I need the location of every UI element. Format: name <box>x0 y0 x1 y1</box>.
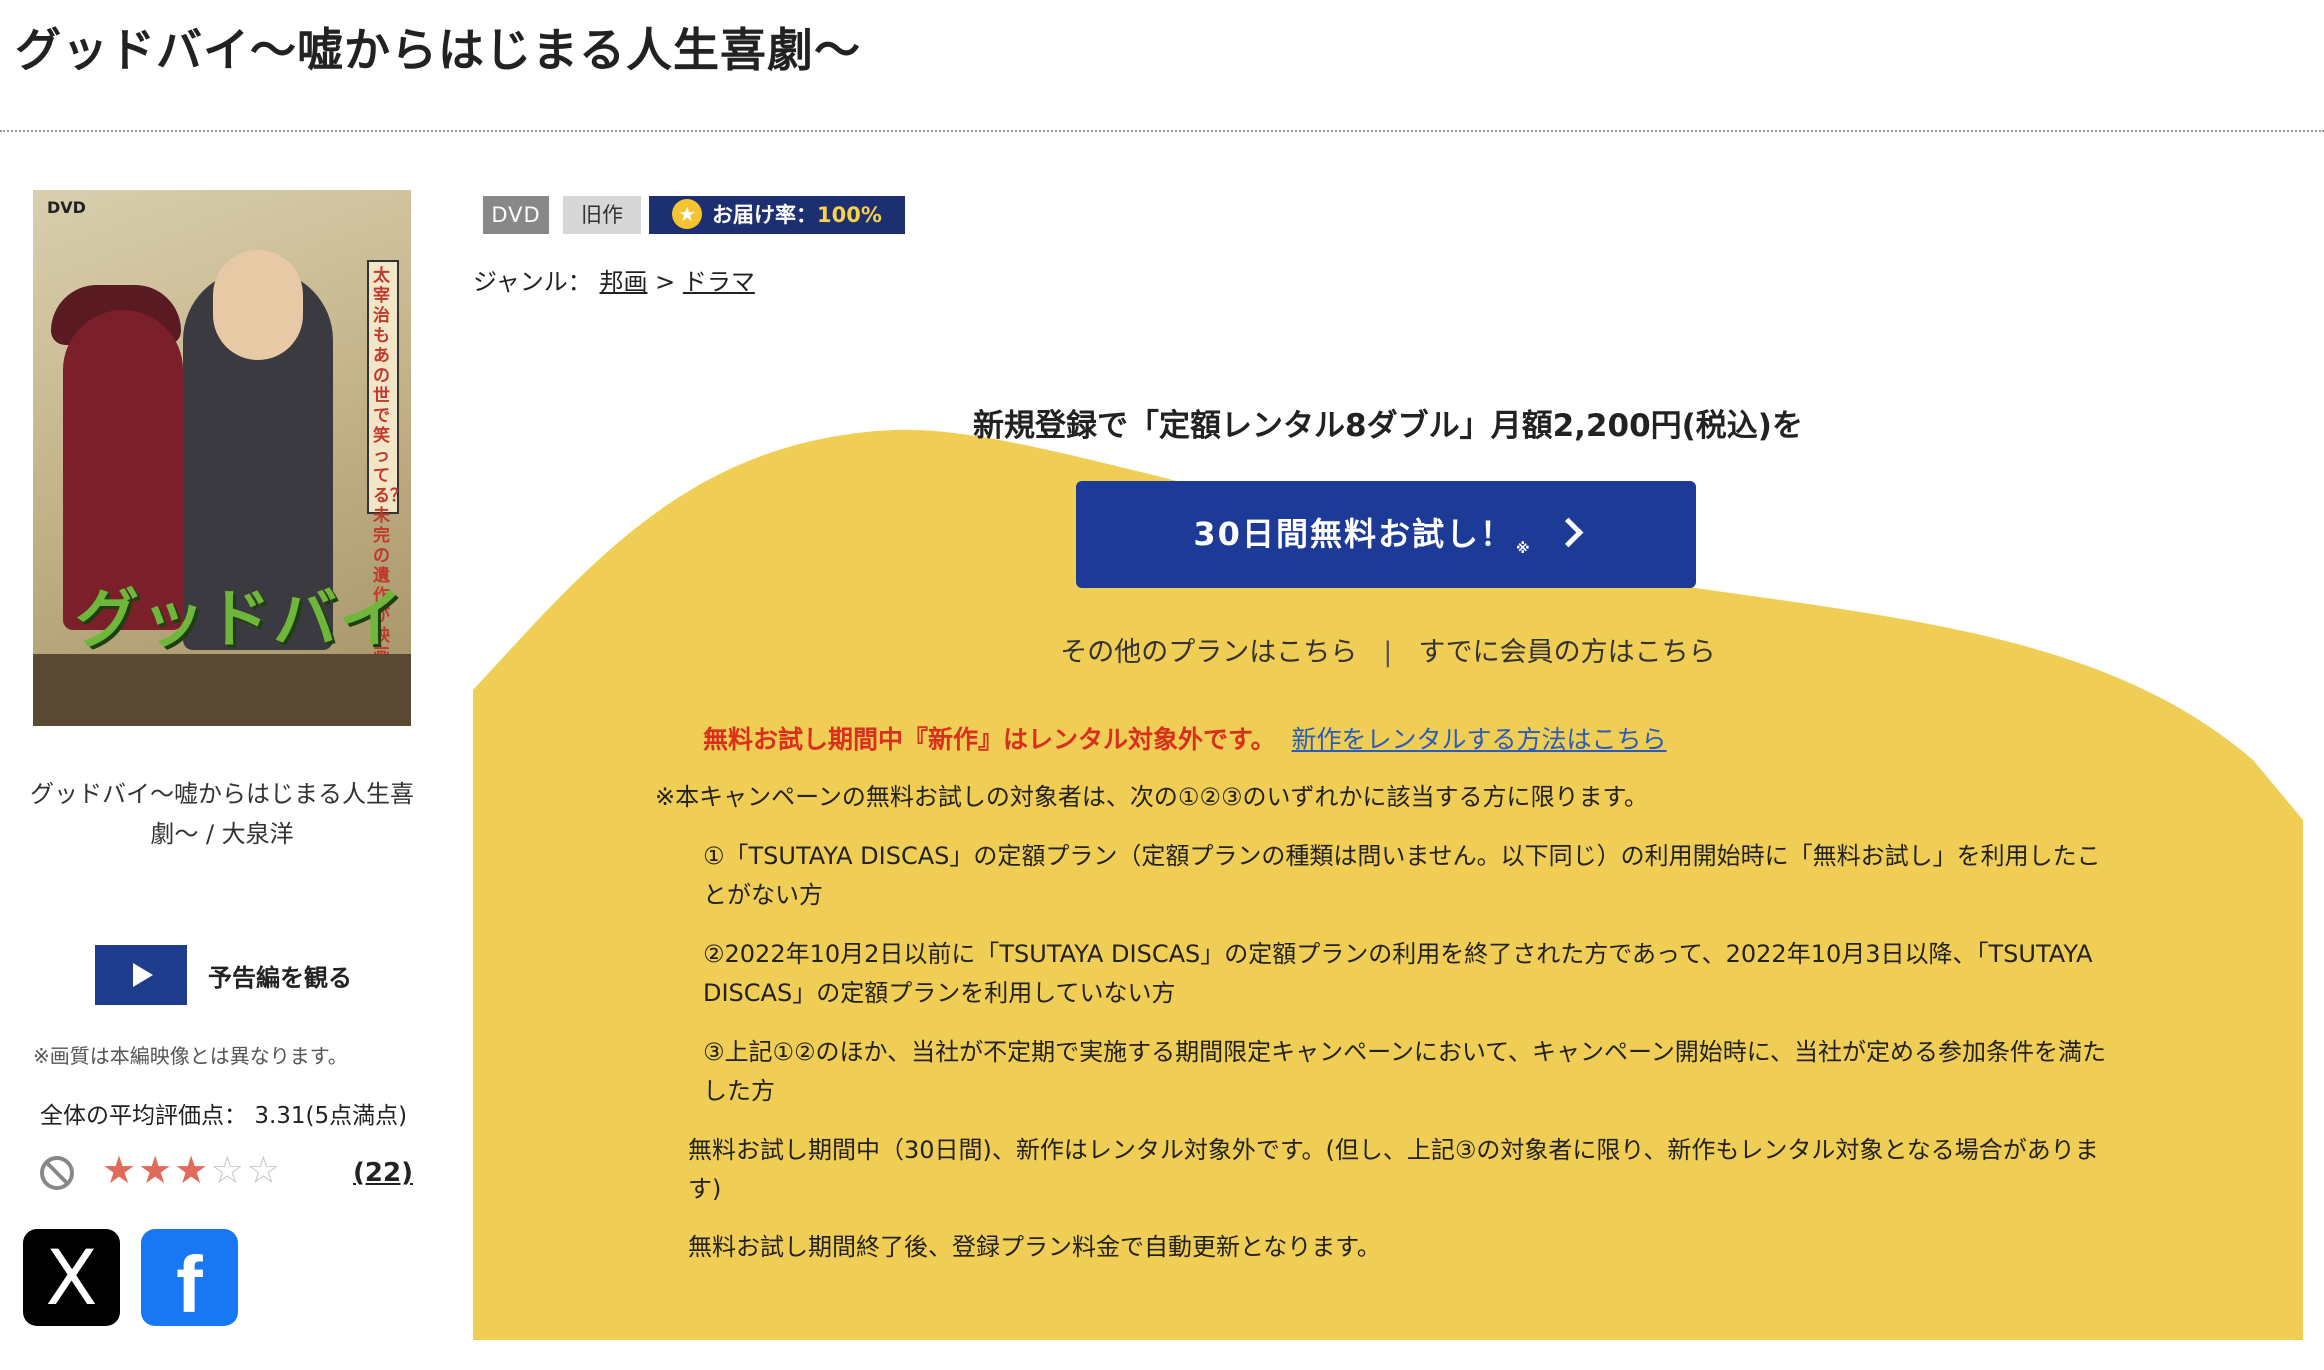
genre-separator: > <box>655 268 676 296</box>
free-trial-label: 30日間無料お試し！ <box>1193 515 1514 553</box>
cover-figure-head <box>213 250 303 360</box>
delivery-rate-value: 100% <box>817 203 882 227</box>
delivery-rate-label: お届け率： <box>712 203 818 227</box>
star-icon-3: ★ <box>174 1148 211 1192</box>
average-rating-label: 全体の平均評価点： <box>40 1103 247 1129</box>
genre-link-drama[interactable]: ドラマ <box>683 268 755 296</box>
other-plans-link[interactable]: その他のプランはこちら <box>1060 637 1357 668</box>
star-icon-5: ☆ <box>246 1148 283 1192</box>
new-release-warning: 無料お試し期間中『新作』はレンタル対象外です。 新作をレンタルする方法はこちら <box>703 720 1667 756</box>
product-caption: グッドバイ〜嘘からはじまる人生喜劇〜 / 大泉洋 <box>30 780 414 848</box>
link-separator: | <box>1383 637 1393 668</box>
trial-note-1: 無料お試し期間中（30日間)、新作はレンタル対象外です。(但し、上記③の対象者に… <box>688 1136 2099 1203</box>
delivery-star-icon: ★ <box>672 199 703 229</box>
free-trial-mark: ※ <box>1515 541 1532 557</box>
review-count-link[interactable]: (22) <box>353 1158 413 1188</box>
promo-headline: 新規登録で「定額レンタル8ダブル」月額2,200円(税込)を <box>973 408 1803 444</box>
cover-logo: グッドバイ <box>75 583 405 657</box>
average-rating-value: 3.31(5点満点) <box>254 1103 408 1129</box>
play-trailer-button[interactable] <box>95 945 187 1005</box>
plan-links: その他のプランはこちら | すでに会員の方はこちら <box>473 630 2303 669</box>
genre-breadcrumb: ジャンル： 邦画 > ドラマ <box>473 262 755 297</box>
eligibility-intro: ※本キャンペーンの無料お試しの対象者は、次の①②③のいずれかに該当する方に限りま… <box>655 783 1649 811</box>
release-type-badge: 旧作 <box>563 196 641 234</box>
star-icon-4: ☆ <box>210 1148 247 1192</box>
genre-label: ジャンル： <box>473 268 592 296</box>
trial-note-2: 無料お試し期間終了後、登録プラン料金で自動更新となります。 <box>688 1233 1381 1261</box>
genre-link-houga[interactable]: 邦画 <box>599 268 647 296</box>
x-share-icon[interactable]: X <box>23 1229 120 1326</box>
trailer-label[interactable]: 予告編を観る <box>208 958 352 993</box>
average-rating: 全体の平均評価点： 3.31(5点満点) <box>40 1096 407 1130</box>
block-icon[interactable] <box>40 1156 74 1190</box>
star-icon-2: ★ <box>138 1148 175 1192</box>
rating-stars[interactable]: ★★★☆☆ <box>102 1148 282 1192</box>
condition-1: ①「TSUTAYA DISCAS」の定額プラン（定額プランの種類は問いません。以… <box>703 842 2101 909</box>
dvd-cover-image[interactable]: DVD 太宰治もあの世で笑ってる？未完の遺作が映画化！ グッドバイ <box>33 190 411 726</box>
condition-2: ②2022年10月2日以前に「TSUTAYA DISCAS」の定額プランの利用を… <box>703 940 2093 1007</box>
cover-dvd-mark: DVD <box>47 198 86 217</box>
new-release-rental-link[interactable]: 新作をレンタルする方法はこちら <box>1292 725 1667 754</box>
chevron-right-icon <box>1553 517 1583 548</box>
cover-cast-strip <box>33 654 411 726</box>
member-login-link[interactable]: すでに会員の方はこちら <box>1418 637 1715 668</box>
star-icon-1: ★ <box>102 1148 139 1192</box>
facebook-share-icon[interactable]: f <box>141 1229 238 1329</box>
format-badge: DVD <box>483 196 549 234</box>
warning-text: 無料お試し期間中『新作』はレンタル対象外です。 <box>703 725 1276 754</box>
delivery-rate-badge: ★ お届け率：100% <box>649 196 905 234</box>
condition-3: ③上記①②のほか、当社が不定期で実施する期間限定キャンペーンにおいて、キャンペー… <box>703 1038 2107 1105</box>
free-trial-button[interactable]: 30日間無料お試し！ ※ <box>1076 481 1696 588</box>
image-quality-note: ※画質は本編映像とは異なります。 <box>33 1044 348 1068</box>
